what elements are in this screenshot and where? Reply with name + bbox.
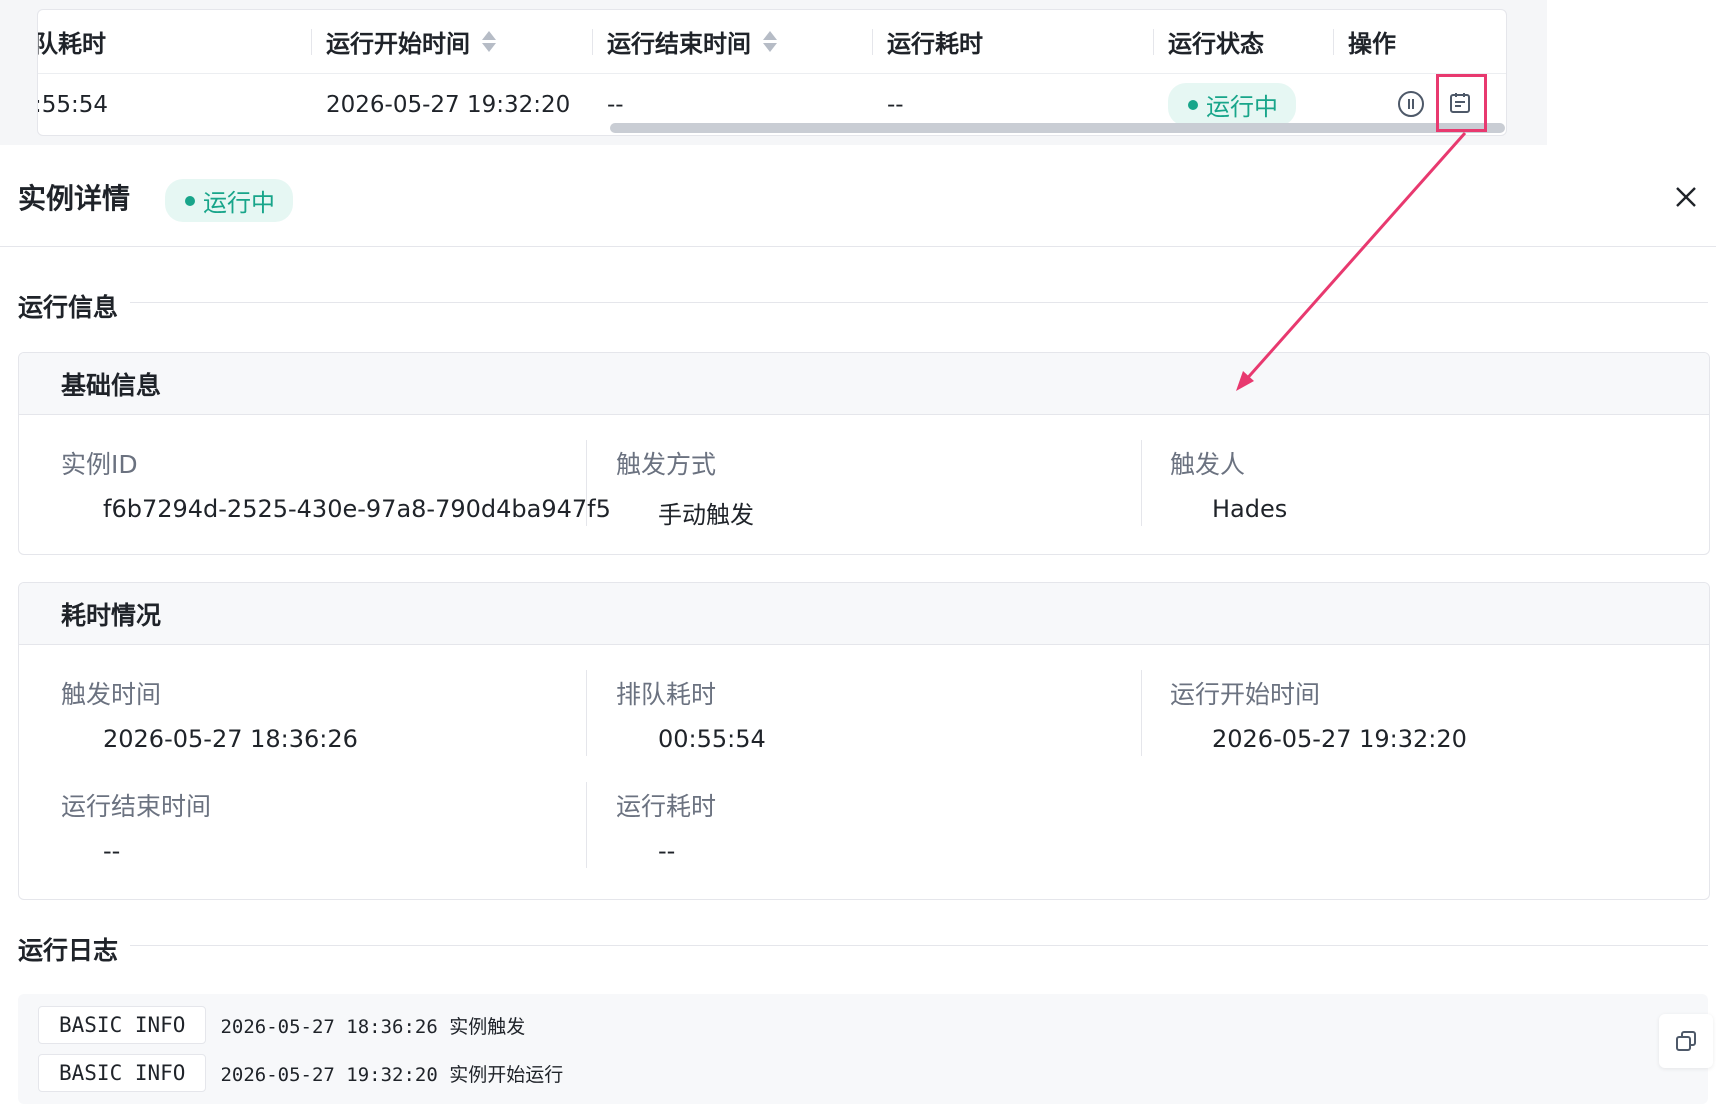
drawer-status-label: 运行中 (203, 189, 275, 217)
field-trigger-user: 触发人 Hades (1170, 445, 1709, 523)
field-instance-id: 实例ID f6b7294d-2525-430e-97a8-790d4ba947f… (61, 445, 611, 523)
run-start-time-label: 运行开始时间 (1170, 680, 1321, 709)
horizontal-scrollbar[interactable] (610, 123, 1505, 133)
trigger-time-label: 触发时间 (61, 680, 162, 709)
column-divider (311, 29, 312, 55)
top-table-strip: 队耗时 运行开始时间 运行结束时间 运行耗时 运行状态 操作 :55:54 20… (0, 0, 1547, 145)
pause-icon[interactable] (1398, 91, 1424, 117)
run-start-time-value: 2026-05-27 19:32:20 (1212, 725, 1467, 753)
highlight-box (1436, 74, 1487, 132)
th-run-duration: 运行耗时 (887, 30, 983, 58)
cell-run-start-time: 2026-05-27 19:32:20 (326, 91, 571, 118)
trigger-method-label: 触发方式 (616, 450, 717, 479)
log-text: 2026-05-27 18:36:26 实例触发 (220, 1015, 526, 1038)
field-trigger-method: 触发方式 手动触发 (616, 445, 1156, 530)
section-divider (130, 945, 1708, 946)
log-line: BASIC INFO 2026-05-27 19:32:20 实例开始运行 (38, 1054, 563, 1092)
status-badge-label: 运行中 (1206, 93, 1278, 121)
field-run-duration: 运行耗时 -- (616, 787, 1156, 865)
trigger-user-label: 触发人 (1170, 450, 1246, 479)
log-tag: BASIC INFO (38, 1054, 207, 1092)
run-end-time-value: -- (103, 837, 121, 865)
basic-info-title: 基础信息 (19, 353, 1709, 415)
cell-queue-time: :55:54 (37, 91, 109, 118)
drawer-status-badge: 运行中 (165, 179, 293, 222)
queue-time-value: 00:55:54 (658, 725, 766, 753)
th-run-start-time-label: 运行开始时间 (326, 30, 470, 58)
field-divider (1141, 440, 1142, 526)
status-badge: 运行中 (1168, 83, 1296, 126)
field-divider (586, 782, 587, 868)
run-duration-label: 运行耗时 (616, 792, 717, 821)
th-run-status: 运行状态 (1168, 30, 1264, 58)
field-run-end-time: 运行结束时间 -- (61, 787, 601, 865)
th-run-end-time[interactable]: 运行结束时间 (607, 10, 777, 73)
column-divider (1333, 29, 1334, 55)
trigger-time-value: 2026-05-27 18:36:26 (103, 725, 358, 753)
scrollbar-thumb[interactable] (610, 123, 1505, 133)
th-run-end-time-label: 运行结束时间 (607, 30, 751, 58)
log-line: BASIC INFO 2026-05-27 18:36:26 实例触发 (38, 1006, 525, 1044)
column-divider (1153, 29, 1154, 55)
field-divider (586, 670, 587, 756)
run-log-panel: BASIC INFO 2026-05-27 18:36:26 实例触发 BASI… (18, 994, 1713, 1104)
sort-icon[interactable] (763, 31, 777, 52)
field-divider (1141, 670, 1142, 756)
run-duration-value: -- (658, 837, 676, 865)
column-divider (592, 29, 593, 55)
sort-icon[interactable] (482, 31, 496, 52)
trigger-method-value: 手动触发 (658, 501, 754, 529)
queue-time-label: 排队耗时 (616, 680, 717, 709)
th-actions: 操作 (1348, 30, 1396, 58)
copy-button[interactable] (1659, 1014, 1713, 1068)
instance-id-value: f6b7294d-2525-430e-97a8-790d4ba947f5 (103, 495, 611, 523)
field-queue-time: 排队耗时 00:55:54 (616, 675, 1156, 753)
section-title-run-log: 运行日志 (18, 936, 119, 965)
timing-card: 耗时情况 触发时间 2026-05-27 18:36:26 排队耗时 00:55… (18, 582, 1710, 900)
basic-info-card: 基础信息 实例ID f6b7294d-2525-430e-97a8-790d4b… (18, 352, 1710, 555)
log-tag: BASIC INFO (38, 1006, 207, 1044)
instance-id-label: 实例ID (61, 450, 138, 479)
drawer-title: 实例详情 (18, 182, 131, 215)
column-divider (872, 29, 873, 55)
field-divider (586, 440, 587, 526)
run-end-time-label: 运行结束时间 (61, 792, 212, 821)
section-divider (130, 302, 1708, 303)
field-trigger-time: 触发时间 2026-05-27 18:36:26 (61, 675, 601, 753)
section-title-run-info: 运行信息 (18, 293, 119, 322)
instance-table: 队耗时 运行开始时间 运行结束时间 运行耗时 运行状态 操作 :55:54 20… (37, 9, 1507, 136)
status-dot (185, 195, 195, 206)
trigger-user-value: Hades (1212, 495, 1288, 523)
copy-icon (1676, 1031, 1696, 1051)
status-dot (1188, 99, 1198, 110)
field-run-start-time: 运行开始时间 2026-05-27 19:32:20 (1170, 675, 1709, 753)
drawer-header: 实例详情 运行中 (0, 145, 1716, 247)
table-header-row: 队耗时 运行开始时间 运行结束时间 运行耗时 运行状态 操作 (38, 10, 1506, 74)
close-icon[interactable] (1672, 183, 1700, 211)
log-text: 2026-05-27 19:32:20 实例开始运行 (220, 1063, 564, 1086)
th-run-start-time[interactable]: 运行开始时间 (326, 10, 496, 73)
th-queue-time: 队耗时 (37, 30, 106, 58)
timing-title: 耗时情况 (19, 583, 1709, 645)
instance-detail-drawer: 实例详情 运行中 运行信息 基础信息 实例ID f6b7294d-2525-43… (0, 145, 1716, 1104)
